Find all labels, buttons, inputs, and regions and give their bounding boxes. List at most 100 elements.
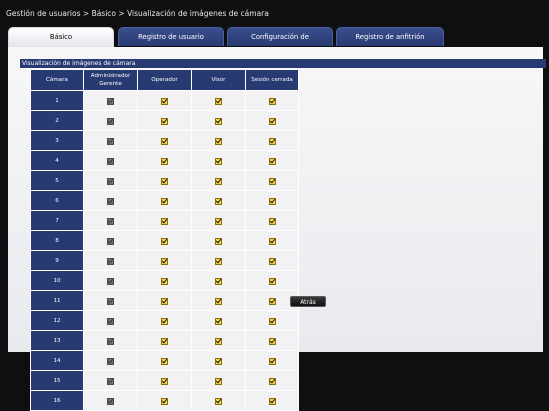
checkbox-viewer[interactable] bbox=[215, 218, 222, 225]
checkbox-logged-out[interactable] bbox=[268, 178, 276, 185]
checkbox-viewer[interactable] bbox=[215, 198, 222, 205]
tab-configuracion-de-administrador[interactable]: Configuración de administrador bbox=[227, 27, 333, 60]
checkbox-operator[interactable] bbox=[161, 118, 168, 125]
column-header-operator: Operador bbox=[137, 69, 192, 91]
checkbox-admin bbox=[107, 238, 114, 245]
tab-basico[interactable]: Básico bbox=[8, 27, 114, 47]
checkbox-logged-out[interactable] bbox=[268, 158, 276, 165]
permission-cell-operator bbox=[137, 330, 192, 351]
checkbox-viewer[interactable] bbox=[215, 158, 222, 165]
checkbox-admin bbox=[107, 218, 114, 225]
permission-cell-viewer bbox=[191, 170, 246, 191]
checkbox-viewer[interactable] bbox=[215, 398, 222, 405]
permission-cell-admin bbox=[83, 130, 138, 151]
camera-number: 3 bbox=[30, 130, 84, 151]
permission-cell-viewer bbox=[191, 290, 246, 311]
permission-cell-viewer bbox=[191, 110, 246, 131]
checkbox-logged-out[interactable] bbox=[268, 378, 276, 385]
checkbox-viewer[interactable] bbox=[215, 338, 222, 345]
checkbox-operator[interactable] bbox=[161, 378, 168, 385]
checkbox-admin bbox=[107, 398, 114, 405]
checkbox-operator[interactable] bbox=[161, 218, 168, 225]
checkbox-admin bbox=[107, 158, 114, 165]
table-row: 11 bbox=[30, 290, 299, 311]
checkbox-logged-out[interactable] bbox=[268, 338, 276, 345]
permission-cell-admin bbox=[83, 290, 138, 311]
permission-cell-operator bbox=[137, 190, 192, 211]
checkbox-admin bbox=[107, 278, 114, 285]
permission-cell-admin bbox=[83, 210, 138, 231]
permission-cell-admin bbox=[83, 390, 138, 411]
camera-number: 11 bbox=[30, 290, 84, 311]
table-row: 1 bbox=[30, 90, 299, 111]
checkbox-viewer[interactable] bbox=[215, 118, 222, 125]
permission-cell-viewer bbox=[191, 230, 246, 251]
camera-number: 16 bbox=[30, 390, 84, 411]
permission-cell-viewer bbox=[191, 150, 246, 171]
permission-cell-logged-out bbox=[245, 110, 299, 131]
checkbox-operator[interactable] bbox=[161, 338, 168, 345]
checkbox-logged-out[interactable] bbox=[268, 218, 276, 225]
column-header-admin: Administrador Gerente bbox=[83, 69, 138, 91]
back-button[interactable]: Atrás bbox=[290, 296, 326, 307]
checkbox-operator[interactable] bbox=[161, 358, 168, 365]
table-row: 10 bbox=[30, 270, 299, 291]
checkbox-operator[interactable] bbox=[161, 138, 168, 145]
checkbox-operator[interactable] bbox=[161, 398, 168, 405]
section-title: Visualización de imágenes de cámara bbox=[20, 59, 546, 68]
checkbox-operator[interactable] bbox=[161, 258, 168, 265]
permission-cell-admin bbox=[83, 310, 138, 331]
checkbox-viewer[interactable] bbox=[215, 318, 222, 325]
table-row: 14 bbox=[30, 350, 299, 371]
checkbox-logged-out[interactable] bbox=[268, 318, 276, 325]
checkbox-operator[interactable] bbox=[161, 298, 168, 305]
permission-cell-operator bbox=[137, 370, 192, 391]
table-row: 16 bbox=[30, 390, 299, 411]
checkbox-logged-out[interactable] bbox=[268, 98, 276, 105]
checkbox-viewer[interactable] bbox=[215, 138, 222, 145]
checkbox-logged-out[interactable] bbox=[268, 138, 276, 145]
tab-registro-de-usuario[interactable]: Registro de usuario bbox=[118, 27, 224, 46]
checkbox-logged-out[interactable] bbox=[268, 358, 276, 365]
checkbox-viewer[interactable] bbox=[215, 98, 222, 105]
table-row: 15 bbox=[30, 370, 299, 391]
permission-cell-viewer bbox=[191, 130, 246, 151]
checkbox-operator[interactable] bbox=[161, 278, 168, 285]
checkbox-operator[interactable] bbox=[161, 238, 168, 245]
checkbox-viewer[interactable] bbox=[215, 358, 222, 365]
checkbox-admin bbox=[107, 198, 114, 205]
checkbox-logged-out[interactable] bbox=[268, 258, 276, 265]
permission-cell-logged-out bbox=[245, 390, 299, 411]
checkbox-admin bbox=[107, 358, 114, 365]
column-header-camera: Cámara bbox=[30, 69, 84, 91]
checkbox-operator[interactable] bbox=[161, 158, 168, 165]
checkbox-logged-out[interactable] bbox=[268, 278, 276, 285]
checkbox-operator[interactable] bbox=[161, 178, 168, 185]
checkbox-viewer[interactable] bbox=[215, 238, 222, 245]
permission-cell-operator bbox=[137, 310, 192, 331]
checkbox-viewer[interactable] bbox=[215, 178, 222, 185]
checkbox-logged-out[interactable] bbox=[268, 118, 276, 125]
checkbox-logged-out[interactable] bbox=[268, 198, 276, 205]
permission-cell-admin bbox=[83, 230, 138, 251]
checkbox-viewer[interactable] bbox=[215, 278, 222, 285]
checkbox-logged-out[interactable] bbox=[268, 298, 276, 305]
checkbox-viewer[interactable] bbox=[215, 378, 222, 385]
camera-number: 1 bbox=[30, 90, 84, 111]
checkbox-viewer[interactable] bbox=[215, 298, 222, 305]
checkbox-operator[interactable] bbox=[161, 318, 168, 325]
checkbox-logged-out[interactable] bbox=[268, 398, 276, 405]
checkbox-operator[interactable] bbox=[161, 198, 168, 205]
camera-number: 15 bbox=[30, 370, 84, 391]
table-row: 4 bbox=[30, 150, 299, 171]
column-header-viewer: Visor bbox=[191, 69, 246, 91]
permission-cell-admin bbox=[83, 190, 138, 211]
permission-cell-logged-out bbox=[245, 230, 299, 251]
checkbox-viewer[interactable] bbox=[215, 258, 222, 265]
checkbox-operator[interactable] bbox=[161, 98, 168, 105]
checkbox-admin bbox=[107, 98, 114, 105]
tab-registro-de-anfitrion[interactable]: Registro de anfitrión bbox=[336, 27, 444, 46]
checkbox-logged-out[interactable] bbox=[268, 238, 276, 245]
permission-cell-admin bbox=[83, 90, 138, 111]
permission-cell-logged-out bbox=[245, 130, 299, 151]
